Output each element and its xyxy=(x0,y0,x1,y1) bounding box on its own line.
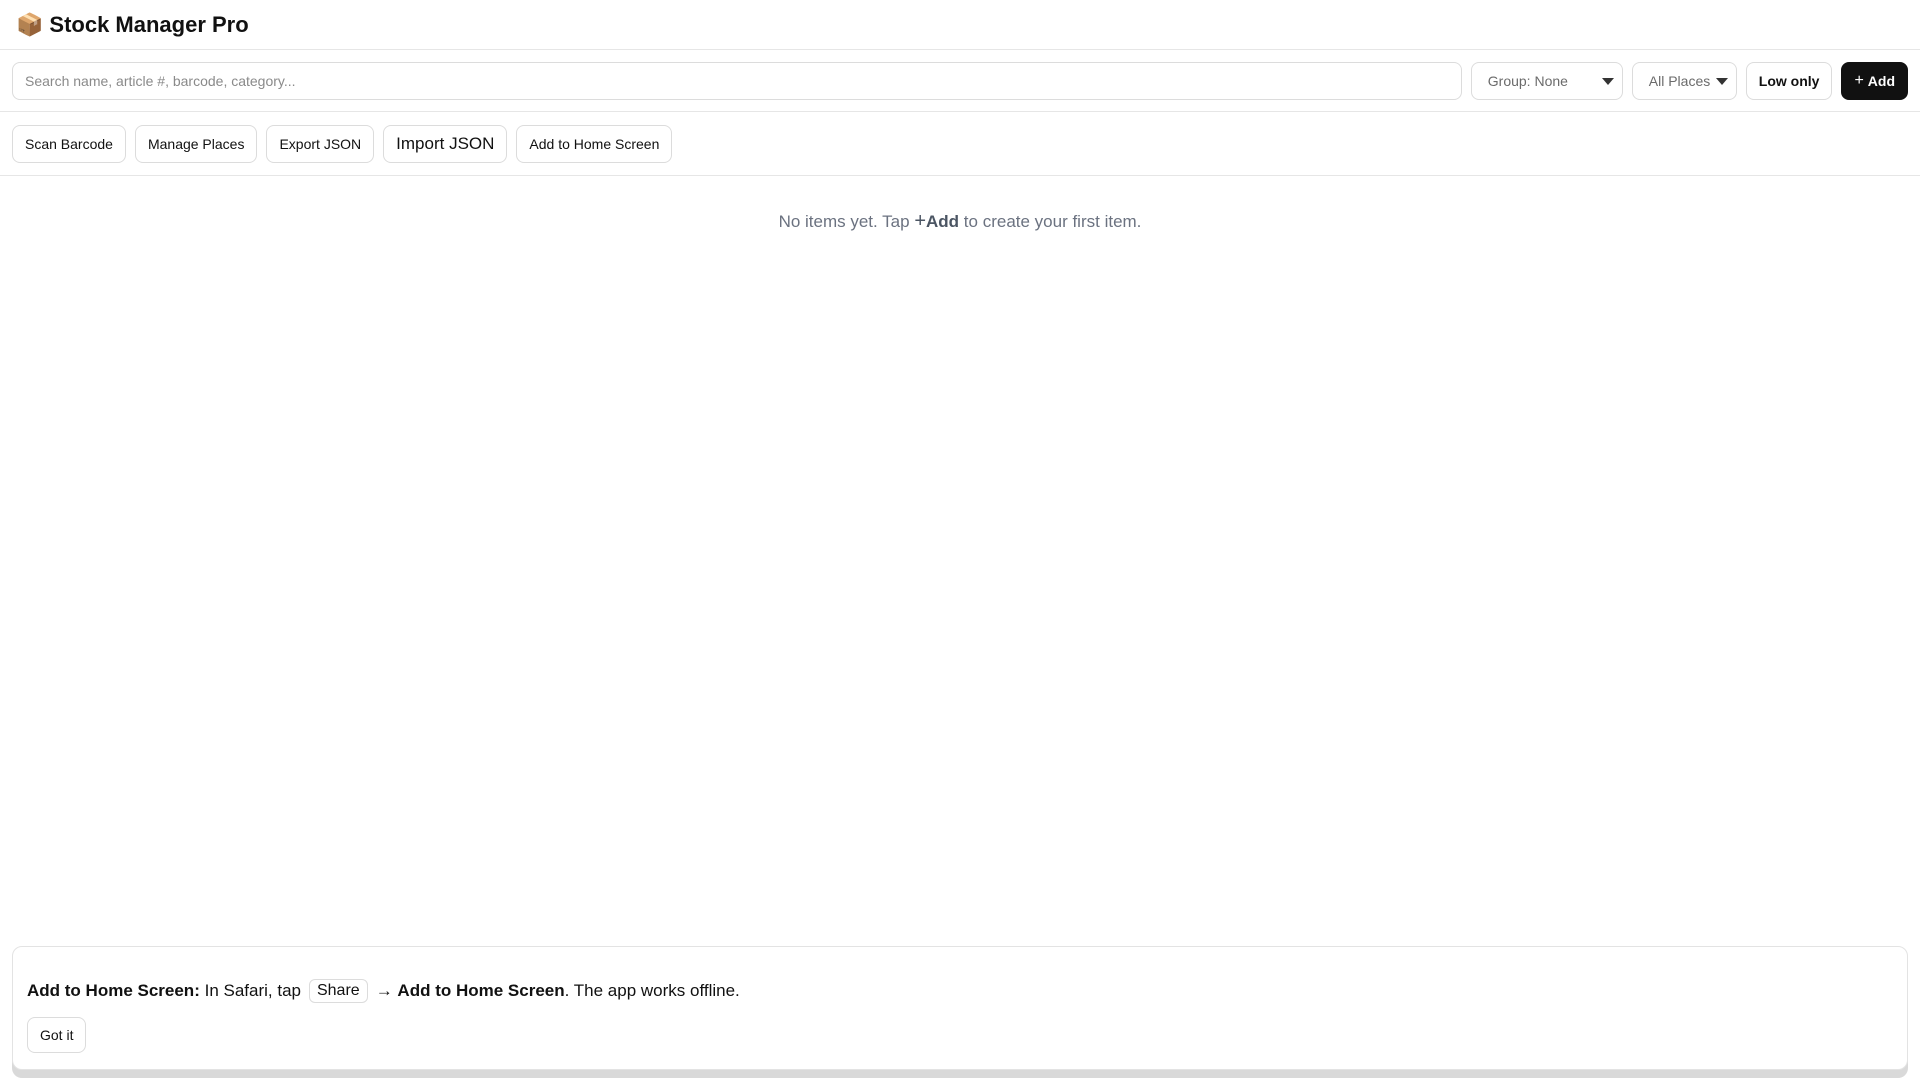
toolbar: Group: None All Places Low only + Add xyxy=(0,50,1920,112)
arrow-right-icon: → xyxy=(375,981,393,1000)
places-select[interactable]: All Places xyxy=(1631,61,1737,100)
import-json-button[interactable]: Import JSON xyxy=(383,124,508,163)
manage-places-button[interactable]: Manage Places xyxy=(134,124,258,163)
low-only-button[interactable]: Low only xyxy=(1745,61,1833,100)
empty-state-prefix: No items yet. Tap xyxy=(778,212,910,231)
app-header: 📦 Stock Manager Pro xyxy=(0,0,1920,50)
share-key-hint: Share xyxy=(308,979,368,1003)
empty-state-message: No items yet. Tap +Add to create your fi… xyxy=(0,210,1920,233)
app-title-text: Stock Manager Pro xyxy=(49,11,249,37)
plus-icon: + xyxy=(1854,71,1864,89)
group-select-value: Group: None xyxy=(1487,72,1568,89)
install-banner: Add to Home Screen: In Safari, tap Share… xyxy=(12,946,1908,1070)
caret-down-icon xyxy=(1601,77,1614,85)
add-item-button[interactable]: + Add xyxy=(1841,61,1908,100)
install-banner-text-1: In Safari, tap xyxy=(204,981,301,1000)
scan-barcode-button[interactable]: Scan Barcode xyxy=(12,124,126,163)
install-banner-heading: Add to Home Screen: xyxy=(27,981,200,1000)
got-it-button[interactable]: Got it xyxy=(27,1017,87,1053)
add-to-home-screen-button[interactable]: Add to Home Screen xyxy=(516,124,673,163)
action-bar: Scan Barcode Manage Places Export JSON I… xyxy=(0,112,1920,176)
plus-icon: + xyxy=(914,210,927,232)
install-banner-text: Add to Home Screen: In Safari, tap Share… xyxy=(27,979,1893,1003)
add-item-label: Add xyxy=(1867,72,1895,89)
places-select-value: All Places xyxy=(1648,72,1711,89)
caret-down-icon xyxy=(1715,77,1728,85)
package-box-icon: 📦 xyxy=(16,11,44,37)
empty-state-add-label: Add xyxy=(926,212,960,231)
export-json-button[interactable]: Export JSON xyxy=(266,124,375,163)
empty-state-add-reference: +Add xyxy=(914,210,963,232)
install-banner-text-2: . The app works offline. xyxy=(564,981,740,1000)
install-banner-target: Add to Home Screen xyxy=(397,981,565,1000)
group-select[interactable]: Group: None xyxy=(1470,61,1623,100)
empty-state-suffix: to create your first item. xyxy=(963,212,1142,231)
app-title: 📦 Stock Manager Pro xyxy=(16,12,249,38)
search-input[interactable] xyxy=(12,61,1462,100)
